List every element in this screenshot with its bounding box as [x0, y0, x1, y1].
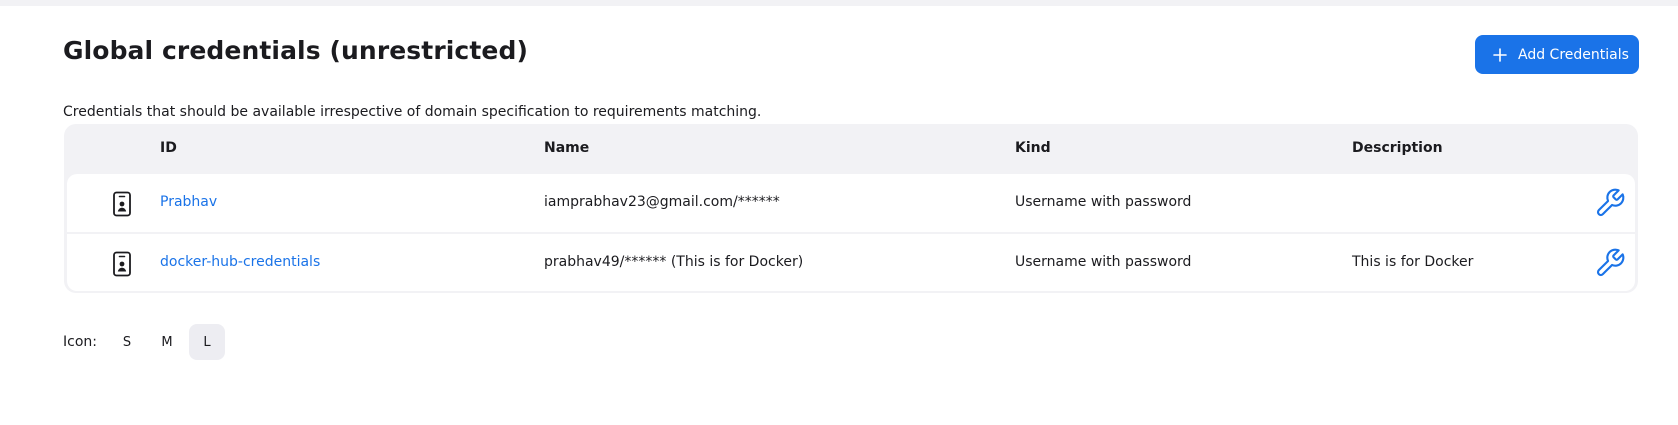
page-title: Global credentials (unrestricted)	[63, 36, 528, 65]
credential-name: iamprabhav23@gmail.com/******	[544, 194, 780, 210]
credential-id-link[interactable]: docker-hub-credentials	[160, 254, 320, 270]
table-row: docker-hub-credentials prabhav49/****** …	[67, 234, 1635, 291]
top-bar	[0, 0, 1678, 6]
wrench-icon[interactable]	[1594, 247, 1626, 279]
credential-description: This is for Docker	[1352, 254, 1474, 270]
plus-icon	[1492, 47, 1508, 63]
column-header-name: Name	[544, 140, 590, 156]
credential-card-icon	[111, 191, 133, 217]
wrench-icon[interactable]	[1594, 187, 1626, 219]
credential-name: prabhav49/****** (This is for Docker)	[544, 254, 804, 270]
icon-size-selector: Icon: S M L	[63, 324, 229, 360]
column-header-description: Description	[1352, 140, 1443, 156]
add-credentials-button[interactable]: Add Credentials	[1475, 35, 1639, 74]
credential-card-icon	[111, 251, 133, 277]
credential-kind: Username with password	[1015, 194, 1192, 210]
icon-size-medium-button[interactable]: M	[149, 324, 185, 360]
column-header-id: ID	[160, 140, 177, 156]
add-credentials-label: Add Credentials	[1518, 46, 1629, 63]
icon-size-small-button[interactable]: S	[109, 324, 145, 360]
table-row: Prabhav iamprabhav23@gmail.com/****** Us…	[67, 174, 1635, 232]
credential-kind: Username with password	[1015, 254, 1192, 270]
table-header: ID Name Kind Description	[67, 124, 1635, 174]
icon-size-label: Icon:	[63, 334, 97, 350]
credential-id-link[interactable]: Prabhav	[160, 194, 217, 210]
column-header-kind: Kind	[1015, 140, 1051, 156]
icon-size-large-button[interactable]: L	[188, 324, 225, 360]
credentials-table: ID Name Kind Description Prabhav iamprab…	[64, 124, 1638, 293]
page-description: Credentials that should be available irr…	[63, 104, 762, 120]
